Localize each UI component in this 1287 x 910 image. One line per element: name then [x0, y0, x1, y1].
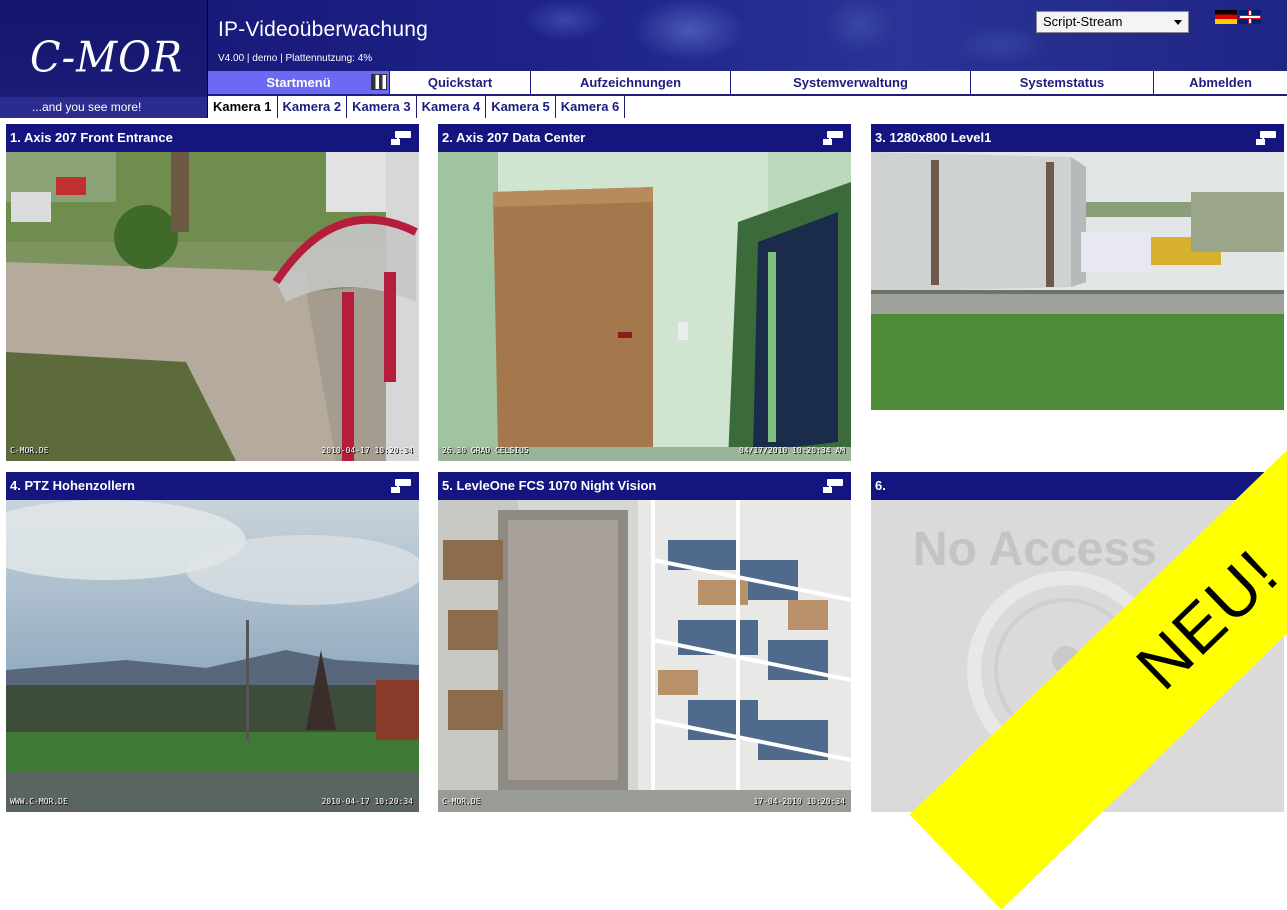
overlay-left-text: WWW.C-MOR.DE — [10, 797, 68, 806]
camera-title: 4. PTZ Hohenzollern — [10, 478, 135, 493]
camera-image-level1 — [871, 152, 1284, 410]
camera-tile-header: 5. LevleOne FCS 1070 Night Vision — [438, 472, 851, 500]
stream-mode-select[interactable]: Script-Stream — [1036, 11, 1189, 33]
camera-icon[interactable] — [1254, 129, 1278, 147]
menu-system-status[interactable]: Systemstatus — [971, 71, 1154, 94]
camera-tile-header: 4. PTZ Hohenzollern — [6, 472, 419, 500]
tab-camera-4[interactable]: Kamera 4 — [417, 96, 487, 118]
camera-image-data-center — [438, 152, 851, 461]
menu-startmenu-label: Startmenü — [266, 75, 331, 90]
camera-tile-2: 2. Axis 207 Data Center 26.30 GRAD CELSI… — [438, 124, 851, 461]
camera-tile-header: 6. — [871, 472, 1284, 500]
camera-feed[interactable]: C-MOR.DE 2010-04-17 10:20:34 — [6, 152, 419, 461]
camera-title: 5. LevleOne FCS 1070 Night Vision — [442, 478, 657, 493]
overlay-left-text: C-MOR.DE — [442, 797, 481, 806]
app-subtitle: V4.00 | demo | Plattennutzung: 4% — [218, 53, 373, 64]
overlay-timestamp: 2010-04-17 10:20:34 — [321, 797, 413, 806]
qr-code-icon[interactable] — [371, 74, 387, 90]
tab-camera-2[interactable]: Kamera 2 — [278, 96, 348, 118]
camera-icon[interactable] — [821, 129, 845, 147]
flag-de-icon[interactable] — [1215, 10, 1237, 24]
menu-recordings[interactable]: Aufzeichnungen — [531, 71, 731, 94]
camera-tile-3: 3. 1280x800 Level1 — [871, 124, 1284, 410]
menu-system-admin[interactable]: Systemverwaltung — [731, 71, 971, 94]
camera-feed[interactable] — [871, 152, 1284, 410]
stream-mode-value: Script-Stream — [1043, 14, 1123, 29]
camera-tile-header: 3. 1280x800 Level1 — [871, 124, 1284, 152]
overlay-left-text: 26.30 GRAD CELSIUS — [442, 446, 529, 455]
app-title: IP-Videoüberwachung — [218, 18, 429, 41]
main-menu: Startmenü Quickstart Aufzeichnungen Syst… — [208, 71, 1287, 94]
chevron-down-icon — [1174, 20, 1182, 25]
camera-feed[interactable]: WWW.C-MOR.DE 2010-04-17 10:20:34 — [6, 500, 419, 812]
camera-title: 2. Axis 207 Data Center — [442, 130, 586, 145]
tab-camera-6[interactable]: Kamera 6 — [556, 96, 626, 118]
camera-image-storage — [438, 500, 851, 812]
overlay-timestamp: 04/17/2010 10:20:34 AM — [739, 446, 845, 455]
menu-startmenu[interactable]: Startmenü — [208, 71, 390, 94]
camera-tile-1: 1. Axis 207 Front Entrance C-MOR.DE 2010… — [6, 124, 419, 461]
camera-feed[interactable]: 26.30 GRAD CELSIUS 04/17/2010 10:20:34 A… — [438, 152, 851, 461]
camera-icon[interactable] — [389, 477, 413, 495]
menu-logout[interactable]: Abmelden — [1154, 71, 1287, 94]
camera-feed[interactable]: C-MOR.DE 17-04-2010 10:20:34 — [438, 500, 851, 812]
camera-title: 1. Axis 207 Front Entrance — [10, 130, 173, 145]
camera-image-front-entrance — [6, 152, 419, 461]
menu-quickstart[interactable]: Quickstart — [390, 71, 531, 94]
camera-title: 6. — [875, 478, 886, 493]
tab-camera-1[interactable]: Kamera 1 — [208, 96, 278, 118]
camera-title: 3. 1280x800 Level1 — [875, 130, 992, 145]
logo[interactable]: C-MOR ...and you see more! — [0, 0, 208, 118]
logo-slogan: ...and you see more! — [0, 97, 207, 118]
camera-tile-header: 1. Axis 207 Front Entrance — [6, 124, 419, 152]
camera-tile-5: 5. LevleOne FCS 1070 Night Vision C-MOR.… — [438, 472, 851, 812]
flag-gb-icon[interactable] — [1239, 10, 1261, 24]
app-header: C-MOR ...and you see more! IP-Videoüberw… — [0, 0, 1287, 118]
tab-camera-3[interactable]: Kamera 3 — [347, 96, 417, 118]
camera-icon[interactable] — [821, 477, 845, 495]
tab-camera-5[interactable]: Kamera 5 — [486, 96, 556, 118]
overlay-timestamp: 2010-04-17 10:20:34 — [321, 446, 413, 455]
camera-tile-4: 4. PTZ Hohenzollern WWW.C-MOR.DE 2010-04… — [6, 472, 419, 812]
camera-tabs: Kamera 1 Kamera 2 Kamera 3 Kamera 4 Kame… — [208, 95, 1287, 118]
camera-image-ptz — [6, 500, 419, 812]
overlay-timestamp: 17-04-2010 10:20:34 — [753, 797, 845, 806]
camera-icon[interactable] — [389, 129, 413, 147]
logo-text: C-MOR — [30, 33, 183, 83]
overlay-left-text: C-MOR.DE — [10, 446, 49, 455]
camera-tile-header: 2. Axis 207 Data Center — [438, 124, 851, 152]
